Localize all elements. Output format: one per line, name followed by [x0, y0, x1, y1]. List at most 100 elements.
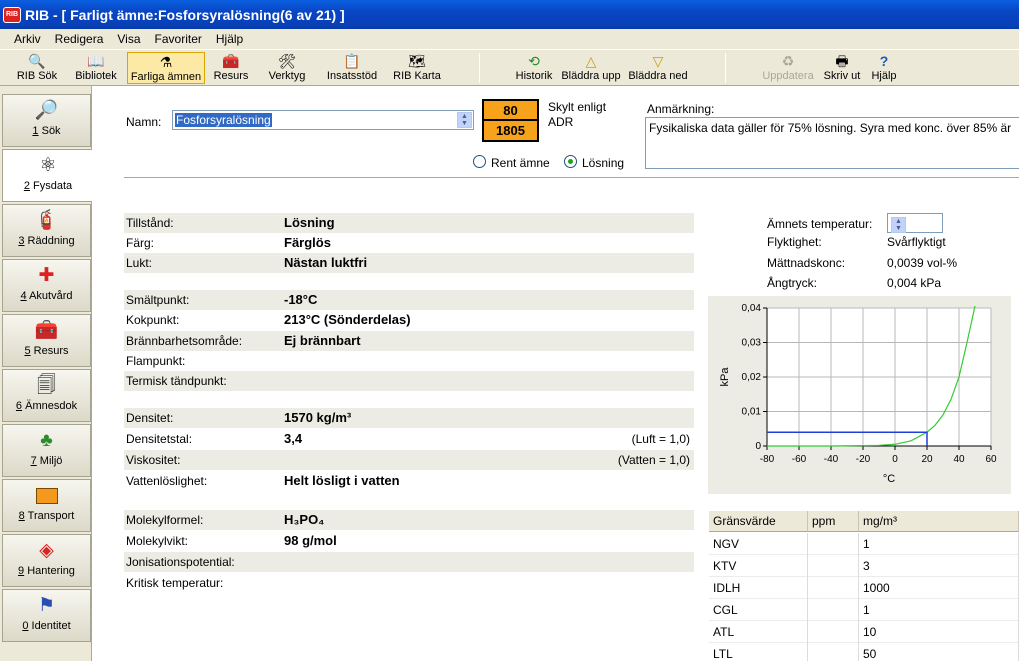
nav-amnesdok[interactable]: 🗐 6 Ämnesdok	[2, 369, 91, 422]
nav-identitet[interactable]: ⚑ 0 Identitet	[2, 589, 91, 642]
table-row[interactable]: KTV 3	[709, 555, 1019, 577]
menu-visa[interactable]: Visa	[110, 32, 147, 46]
historik-button[interactable]: ⟲ Historik	[514, 52, 554, 84]
x-axis-label: °C	[883, 473, 895, 485]
rib-sok-button[interactable]: 🔍 RIB Sök	[14, 52, 60, 84]
nav-hantering[interactable]: ◈ 9 Hantering	[2, 534, 91, 587]
y-tick-label: 0,03	[742, 338, 762, 349]
vapor-pressure-value: 0,004 kPa	[887, 276, 942, 290]
bladdra-ned-label: Bläddra ned	[628, 70, 688, 82]
property-row: Smältpunkt: -18°C	[124, 290, 694, 310]
column-header[interactable]: Gränsvärde	[709, 511, 808, 532]
table-cell: NGV	[709, 533, 808, 555]
magnifier-icon: 🔎	[34, 100, 59, 121]
column-header[interactable]: ppm	[808, 511, 859, 532]
property-value: Nästan luktfri	[284, 255, 368, 270]
nav-label: Hantering	[24, 565, 75, 577]
property-value: Lösning	[284, 215, 335, 230]
menu-arkiv[interactable]: Arkiv	[7, 32, 48, 46]
bibliotek-button[interactable]: 📖 Bibliotek	[73, 52, 119, 84]
table-row[interactable]: CGL 1	[709, 599, 1019, 621]
title-bar: RIB RIB - [ Farligt ämne:Fosforsyralösni…	[0, 0, 1019, 29]
insatsstod-label: Insatsstöd	[326, 70, 378, 82]
nav-raddning[interactable]: 🧯 3 Räddning	[2, 204, 91, 257]
property-label: Flampunkt:	[126, 354, 186, 368]
property-row: Termisk tändpunkt:	[124, 371, 694, 391]
table-cell: 50	[859, 643, 1019, 661]
radio-solution[interactable]	[564, 155, 577, 168]
property-value: 1570 kg/m³	[284, 410, 352, 425]
property-label: Jonisationspotential:	[126, 555, 235, 569]
table-cell: CGL	[709, 599, 808, 621]
uppdatera-button[interactable]: ♻ Uppdatera	[759, 52, 817, 84]
radio-pure-substance[interactable]	[473, 155, 486, 168]
property-note: (Luft = 1,0)	[631, 432, 690, 446]
nav-resurs[interactable]: 🧰 5 Resurs	[2, 314, 91, 367]
documents-icon: 🗐	[37, 375, 56, 396]
resurs-label: Resurs	[213, 70, 249, 82]
y-axis-label: kPa	[719, 367, 731, 387]
spin-updown-icon[interactable]: ▲ ▼	[891, 217, 906, 233]
table-cell: IDLH	[709, 577, 808, 599]
property-label: Molekylformel:	[126, 513, 204, 527]
table-cell: ATL	[709, 621, 808, 643]
property-value: Ej brännbart	[284, 333, 361, 348]
table-cell	[808, 621, 859, 643]
rescue-icon: 🧯	[34, 210, 59, 231]
column-header[interactable]: mg/m³	[859, 511, 1019, 532]
saturation-conc-value: 0,0039 vol-%	[887, 256, 958, 270]
substance-name-combobox[interactable]: Fosforsyralösning ▲ ▼	[172, 110, 474, 130]
uppdatera-label: Uppdatera	[762, 70, 814, 82]
property-row: Lukt: Nästan luktfri	[124, 253, 694, 273]
table-cell: KTV	[709, 555, 808, 577]
table-row[interactable]: ATL 10	[709, 621, 1019, 643]
adr-un-number: 1805	[496, 123, 525, 138]
saturation-conc-label: Mättnadskonc:	[767, 256, 846, 270]
nav-label: Sök	[38, 125, 61, 137]
nav-miljo[interactable]: ♣ 7 Miljö	[2, 424, 91, 477]
transport-icon	[34, 484, 60, 508]
history-clock-icon: ⟲	[528, 53, 540, 69]
property-label: Molekylvikt:	[126, 534, 189, 548]
flask-icon: ⚗	[159, 54, 173, 70]
resurs-button[interactable]: 🧰 Resurs	[212, 52, 250, 84]
property-label: Tillstånd:	[126, 216, 174, 230]
property-row: Molekylvikt: 98 g/mol	[124, 531, 694, 551]
hjalp-button[interactable]: ? Hjälp	[869, 52, 899, 84]
nav-akutvard[interactable]: ✚ 4 Akutvård	[2, 259, 91, 312]
rib-karta-label: RIB Karta	[393, 70, 441, 82]
insatsstod-button[interactable]: 📋 Insatsstöd	[324, 52, 380, 84]
tools-icon: 🛠	[278, 53, 296, 69]
bladdra-upp-button[interactable]: △ Bläddra upp	[561, 52, 621, 84]
table-row[interactable]: LTL 50	[709, 643, 1019, 661]
property-label: Vattenlöslighet:	[126, 474, 208, 488]
table-row[interactable]: NGV 1	[709, 533, 1019, 555]
spin-updown-icon[interactable]: ▲ ▼	[457, 112, 472, 128]
menu-hjalp[interactable]: Hjälp	[209, 32, 250, 46]
x-tick-label: 0	[892, 454, 898, 465]
menu-favoriter[interactable]: Favoriter	[148, 32, 209, 46]
menu-redigera[interactable]: Redigera	[48, 32, 111, 46]
adr-hazard-number: 80	[484, 101, 537, 121]
x-tick-label: 40	[953, 454, 965, 465]
property-note: (Vatten = 1,0)	[617, 453, 690, 467]
temperature-spinner[interactable]: 20 ▲▼	[887, 213, 943, 233]
rib-karta-button[interactable]: 🗺 RIB Karta	[391, 52, 443, 84]
property-value: 3,4	[284, 431, 303, 446]
nav-sok[interactable]: 🔎 1 Sök	[2, 94, 91, 147]
skriv-ut-label: Skriv ut	[823, 70, 861, 82]
remark-textbox[interactable]: Fysikaliska data gäller för 75% lösning.…	[645, 117, 1019, 169]
property-row: Kritisk temperatur:	[124, 573, 694, 593]
nav-transport[interactable]: 8 Transport	[2, 479, 91, 532]
nav-fysdata[interactable]: ⚛ 2 Fysdata	[2, 149, 93, 202]
adr-plate: 80 1805	[482, 99, 539, 142]
vapor-pressure-chart-panel: -80 -60 -40 -20 0 20 40 60 0 0,01 0,02 0,03 0,04 °C kP…	[708, 296, 1011, 494]
skriv-ut-button[interactable]: 🖶 Skriv ut	[822, 52, 862, 84]
name-label: Namn:	[126, 115, 162, 129]
bladdra-ned-button[interactable]: ▽ Bläddra ned	[628, 52, 688, 84]
table-row[interactable]: IDLH 1000	[709, 577, 1019, 599]
radio-pure-label: Rent ämne	[491, 156, 550, 170]
farliga-amnen-button[interactable]: ⚗ Farliga ämnen	[127, 52, 205, 84]
property-row: Tillstånd: Lösning	[124, 213, 694, 233]
verktyg-button[interactable]: 🛠 Verktyg	[265, 52, 309, 84]
